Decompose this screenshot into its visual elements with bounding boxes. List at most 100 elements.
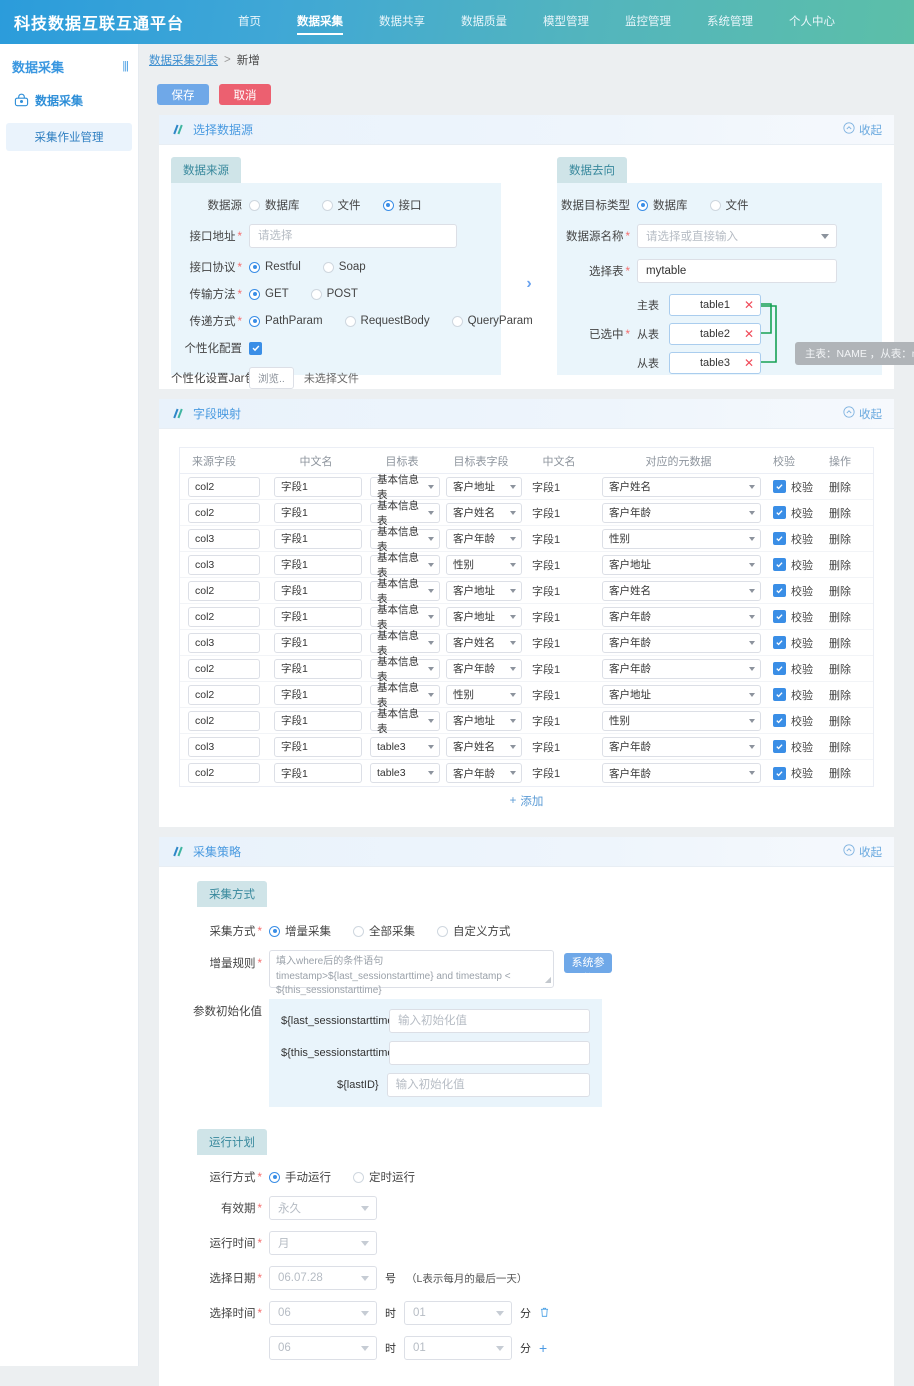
nav-item-data-collection[interactable]: 数据采集 [297, 0, 343, 44]
nav-item-data-sharing[interactable]: 数据共享 [379, 0, 425, 44]
radio-mode-full[interactable]: 全部采集 [353, 923, 415, 939]
source-field-input[interactable] [188, 736, 260, 757]
select-table-input[interactable] [637, 259, 837, 283]
source-field-input[interactable] [188, 580, 260, 601]
remove-icon[interactable]: ✕ [744, 357, 754, 369]
source-field-input[interactable] [188, 684, 260, 705]
browse-button[interactable]: 浏览.. [249, 367, 294, 389]
delete-row-link[interactable]: 删除 [829, 768, 851, 780]
target-table-select[interactable]: 基本信息表 [370, 682, 440, 709]
cn-name-input-1[interactable] [274, 763, 362, 783]
custom-config-checkbox[interactable] [249, 341, 262, 355]
verify-checkbox[interactable] [773, 662, 786, 675]
minute-select-2[interactable]: 01 [404, 1336, 512, 1360]
nav-item-model-management[interactable]: 模型管理 [543, 0, 589, 44]
target-table-select[interactable]: 基本信息表 [370, 474, 440, 501]
radio-transfer-queryparam[interactable]: QueryParam [451, 315, 533, 327]
hour-select-1[interactable]: 06 [269, 1301, 377, 1325]
delete-row-link[interactable]: 删除 [829, 482, 851, 494]
remove-icon[interactable]: ✕ [744, 328, 754, 340]
delete-row-link[interactable]: 删除 [829, 690, 851, 702]
hour-select-2[interactable]: 06 [269, 1336, 377, 1360]
source-field-input[interactable] [188, 763, 260, 783]
nav-item-home[interactable]: 首页 [238, 0, 261, 44]
delete-row-link[interactable]: 删除 [829, 508, 851, 520]
chosen-table-chip[interactable]: table3 ✕ [669, 352, 761, 374]
target-table-select[interactable]: 基本信息表 [370, 630, 440, 657]
verify-checkbox[interactable] [773, 740, 786, 753]
target-field-select[interactable]: 客户地址 [446, 580, 522, 601]
metadata-select[interactable]: 客户姓名 [602, 580, 761, 601]
metadata-select[interactable]: 客户年龄 [602, 632, 761, 653]
radio-run-scheduled[interactable]: 定时运行 [353, 1169, 415, 1185]
source-field-input[interactable] [188, 632, 260, 653]
source-field-input[interactable] [188, 528, 260, 549]
cn-name-input-1[interactable] [274, 528, 362, 549]
param-input-lastid[interactable] [386, 1073, 590, 1097]
target-table-select[interactable]: 基本信息表 [370, 656, 440, 683]
metadata-select[interactable]: 客户年龄 [602, 658, 761, 679]
delete-row-link[interactable]: 删除 [829, 716, 851, 728]
metadata-select[interactable]: 客户年龄 [602, 606, 761, 627]
target-field-select[interactable]: 客户地址 [446, 606, 522, 627]
param-input-this-session[interactable] [389, 1041, 590, 1065]
date-select[interactable]: 06.07.28 [269, 1266, 377, 1290]
radio-target-database[interactable]: 数据库 [637, 197, 688, 213]
radio-protocol-restful[interactable]: Restful [249, 261, 301, 273]
metadata-select[interactable]: 客户年龄 [602, 763, 761, 783]
chosen-table-chip[interactable]: table1 ✕ [669, 294, 761, 316]
target-table-select[interactable]: 基本信息表 [370, 708, 440, 735]
target-table-select[interactable]: 基本信息表 [370, 526, 440, 553]
radio-transfer-pathparam[interactable]: PathParam [249, 315, 323, 327]
source-field-input[interactable] [188, 710, 260, 731]
target-table-select[interactable]: table3 [370, 736, 440, 757]
radio-datasource-database[interactable]: 数据库 [249, 197, 300, 213]
nav-item-user-center[interactable]: 个人中心 [789, 0, 835, 44]
radio-mode-incremental[interactable]: 增量采集 [269, 923, 331, 939]
cn-name-input-1[interactable] [274, 502, 362, 523]
system-params-button[interactable]: 系统参数 [564, 953, 612, 985]
target-table-select[interactable]: 基本信息表 [370, 500, 440, 527]
delete-row-link[interactable]: 删除 [829, 664, 851, 676]
cn-name-input-1[interactable] [274, 684, 362, 705]
sidebar-group-data-collection[interactable]: 数据采集 [0, 82, 138, 119]
add-time-row-icon[interactable]: + [539, 1341, 547, 1355]
target-field-select[interactable]: 客户年龄 [446, 658, 522, 679]
metadata-select[interactable]: 性别 [602, 710, 761, 731]
target-field-select[interactable]: 客户姓名 [446, 736, 522, 757]
radio-method-get[interactable]: GET [249, 288, 289, 300]
remove-icon[interactable]: ✕ [744, 299, 754, 311]
target-field-select[interactable]: 客户地址 [446, 710, 522, 731]
cn-name-input-1[interactable] [274, 476, 362, 497]
verify-checkbox[interactable] [773, 636, 786, 649]
metadata-select[interactable]: 客户年龄 [602, 736, 761, 757]
ds-name-select[interactable]: 请选择或直接输入 [637, 224, 837, 248]
target-table-select[interactable]: 基本信息表 [370, 578, 440, 605]
delete-row-link[interactable]: 删除 [829, 560, 851, 572]
source-field-input[interactable] [188, 476, 260, 497]
param-input-last-session[interactable] [389, 1009, 590, 1033]
metadata-select[interactable]: 客户年龄 [602, 502, 761, 523]
target-field-select[interactable]: 客户年龄 [446, 528, 522, 549]
chosen-table-chip[interactable]: table2 ✕ [669, 323, 761, 345]
delete-row-link[interactable]: 删除 [829, 638, 851, 650]
radio-datasource-api[interactable]: 接口 [382, 197, 422, 213]
metadata-select[interactable]: 性别 [602, 528, 761, 549]
save-button[interactable]: 保存 [157, 84, 209, 105]
source-field-input[interactable] [188, 502, 260, 523]
delete-row-link[interactable]: 删除 [829, 534, 851, 546]
cn-name-input-1[interactable] [274, 554, 362, 575]
verify-checkbox[interactable] [773, 480, 786, 493]
radio-method-post[interactable]: POST [310, 288, 358, 300]
target-table-select[interactable]: 基本信息表 [370, 604, 440, 631]
verify-checkbox[interactable] [773, 532, 786, 545]
verify-checkbox[interactable] [773, 558, 786, 571]
source-field-input[interactable] [188, 606, 260, 627]
target-table-select[interactable]: 基本信息表 [370, 552, 440, 579]
target-field-select[interactable]: 客户年龄 [446, 763, 522, 783]
target-field-select[interactable]: 客户姓名 [446, 502, 522, 523]
delete-time-row-icon[interactable] [539, 1306, 550, 1321]
delete-row-link[interactable]: 删除 [829, 612, 851, 624]
nav-item-system-management[interactable]: 系统管理 [707, 0, 753, 44]
cn-name-input-1[interactable] [274, 632, 362, 653]
